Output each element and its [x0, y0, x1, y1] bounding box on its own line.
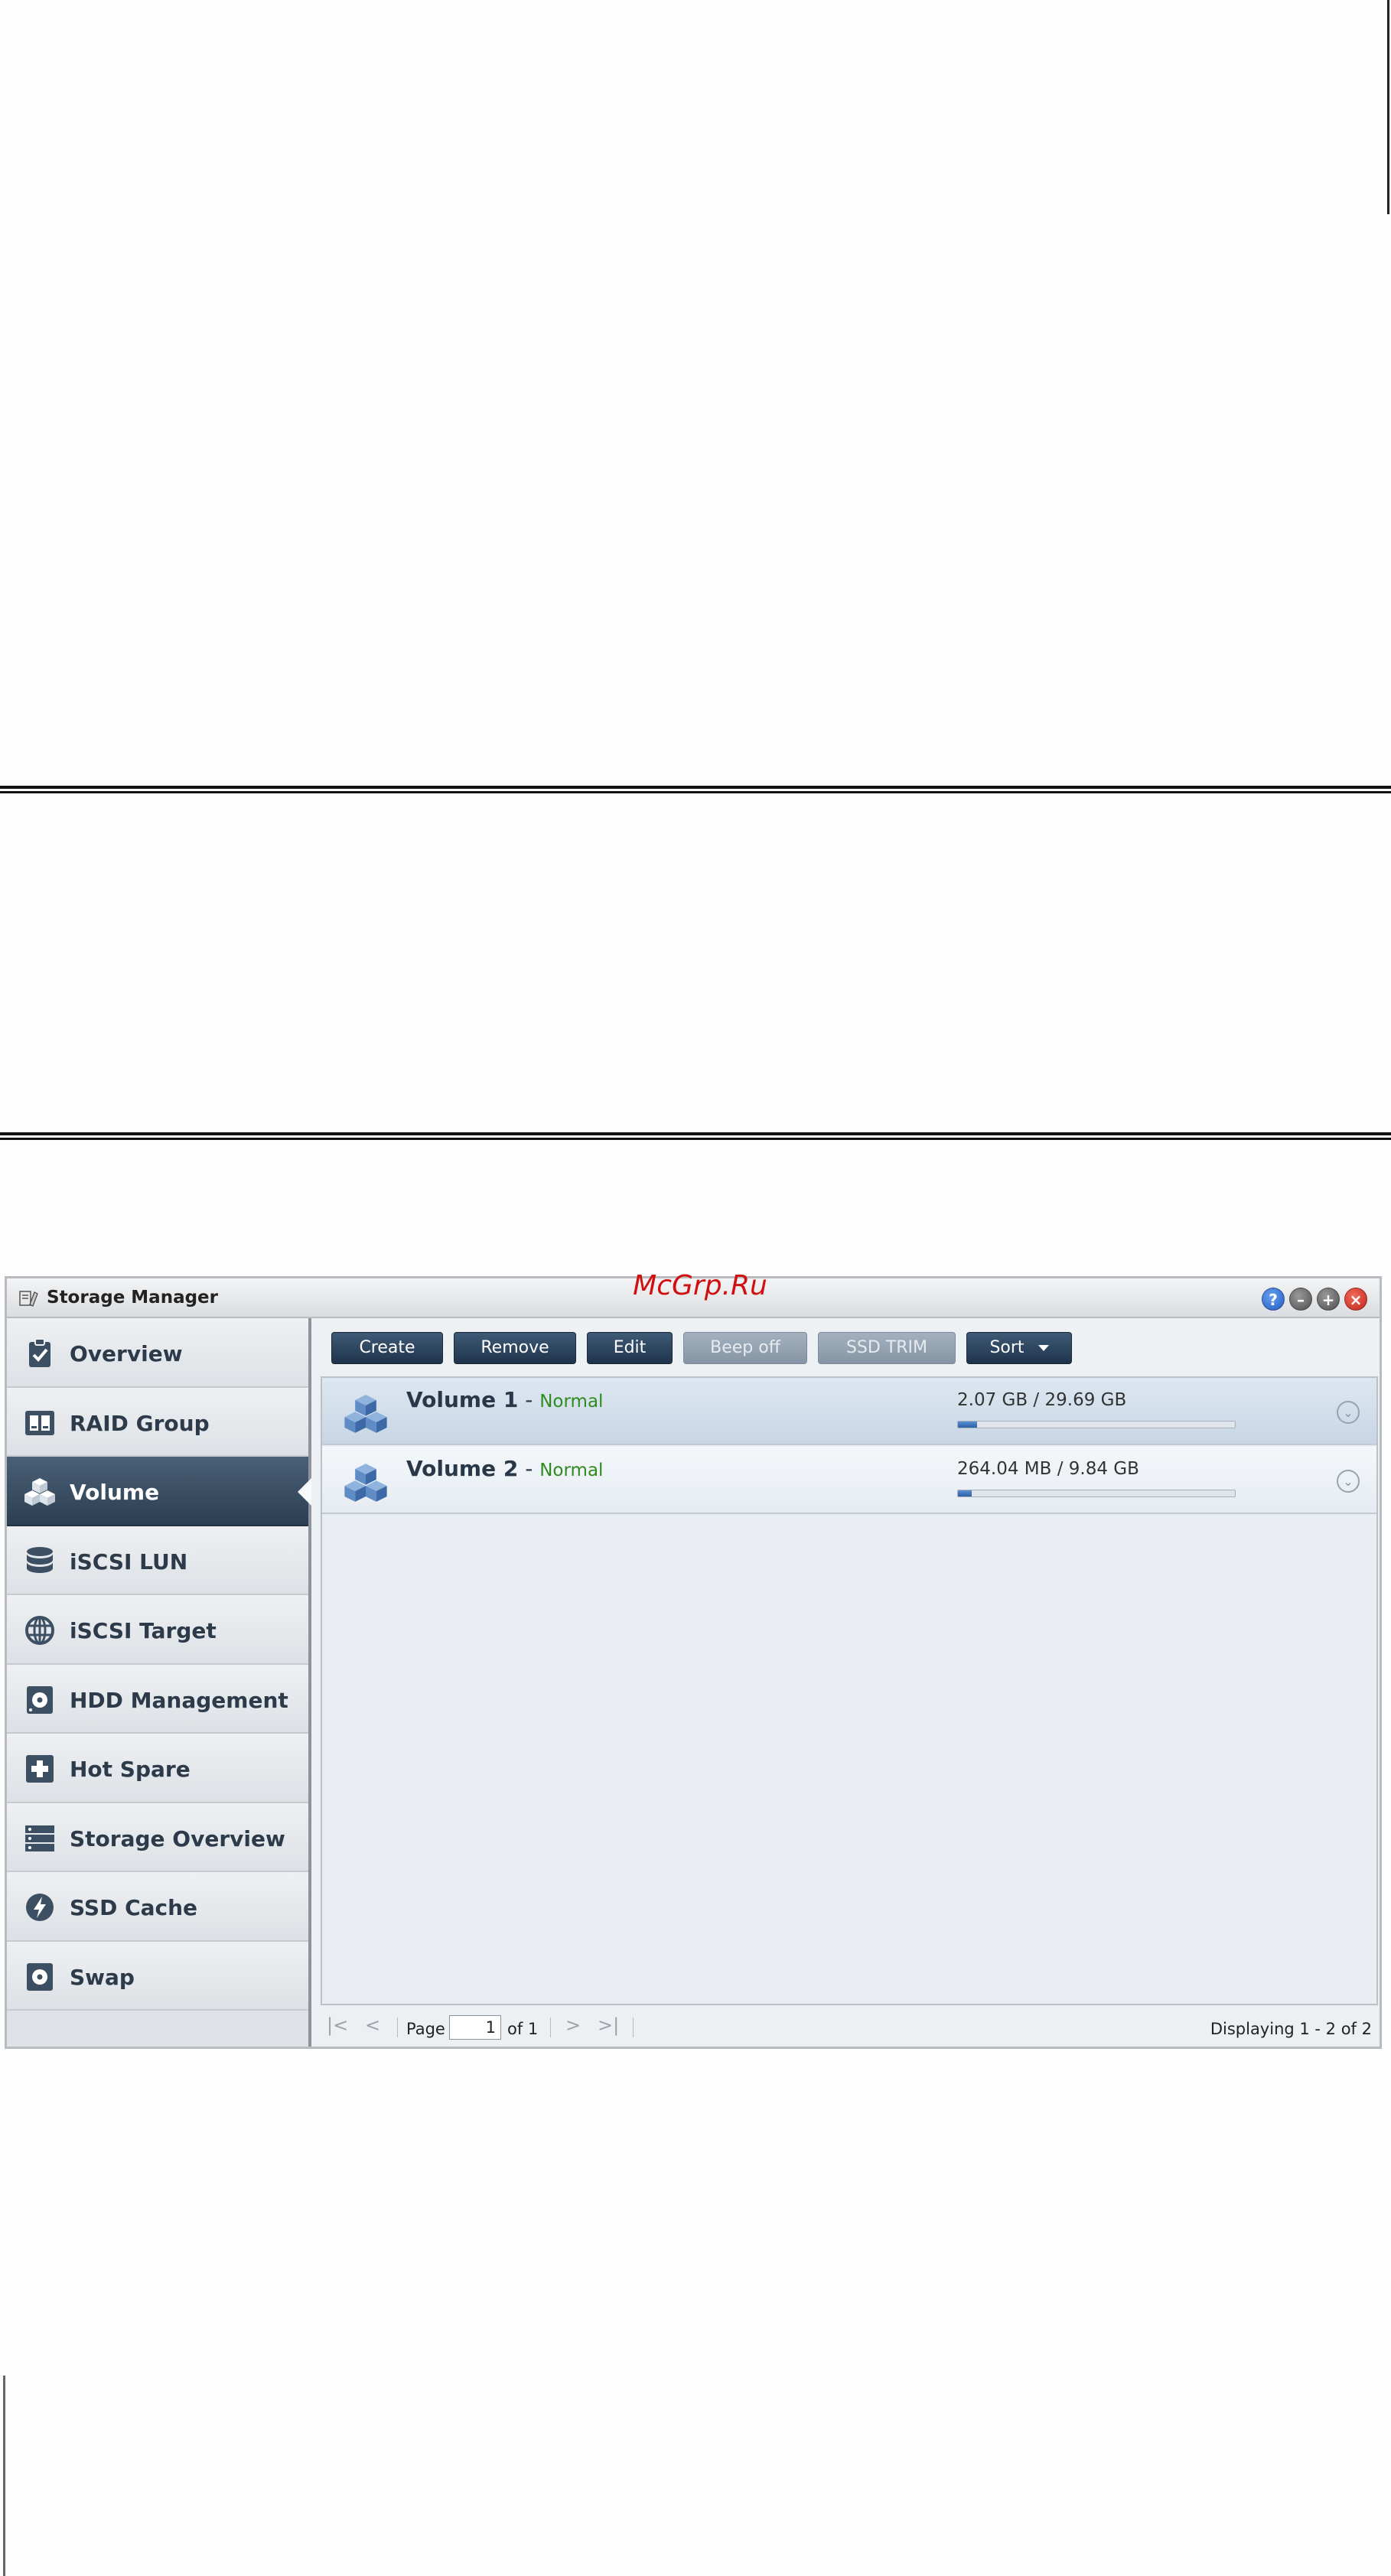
volume-name: Volume 2 - Normal — [406, 1456, 603, 1481]
create-button[interactable]: Create — [331, 1332, 443, 1364]
sidebar-item-label: Volume — [70, 1480, 160, 1505]
next-page-icon[interactable]: > — [565, 2014, 581, 2036]
volume-cubes-icon — [24, 1478, 55, 1506]
volume-usage-bar — [957, 1421, 1236, 1428]
volume-row[interactable]: Volume 2 - Normal 264.04 MB / 9.84 GB ⌄ — [322, 1447, 1376, 1514]
page-number-input[interactable]: 1 — [449, 2015, 501, 2040]
volume-title: Volume 1 — [406, 1387, 519, 1412]
sidebar-item-iscsi-lun[interactable]: iSCSI LUN — [7, 1526, 308, 1595]
last-page-icon[interactable]: >| — [598, 2014, 619, 2036]
beep-off-button[interactable]: Beep off — [683, 1332, 807, 1364]
sidebar-item-label: Swap — [70, 1964, 135, 1990]
main-panel: Create Remove Edit Beep off SSD TRIM Sor… — [311, 1318, 1380, 2047]
section-rule — [0, 786, 1391, 793]
storage-manager-app-icon — [19, 1291, 38, 1307]
plus-box-icon — [26, 1755, 54, 1783]
sidebar-item-label: iSCSI LUN — [70, 1549, 188, 1575]
sidebar-item-label: Storage Overview — [70, 1825, 285, 1851]
disk-icon — [27, 1962, 53, 1991]
sidebar-item-label: Hot Spare — [70, 1757, 191, 1782]
minimize-icon[interactable]: – — [1289, 1288, 1312, 1311]
sort-dropdown-button[interactable]: Sort — [966, 1332, 1072, 1364]
sidebar-item-storage-overview[interactable]: Storage Overview — [7, 1803, 308, 1872]
edit-button[interactable]: Edit — [587, 1332, 673, 1364]
sidebar-item-raid-group[interactable]: RAID Group — [7, 1387, 308, 1457]
volume-cubes-icon — [344, 1464, 387, 1502]
sidebar-item-ssd-cache[interactable]: SSD Cache — [7, 1872, 308, 1942]
hdd-icon — [27, 1685, 53, 1714]
expand-chevron-icon[interactable]: ⌄ — [1337, 1470, 1360, 1493]
sidebar-item-label: iSCSI Target — [70, 1618, 217, 1643]
display-count: Displaying 1 - 2 of 2 — [1210, 2020, 1372, 2038]
close-icon[interactable]: × — [1344, 1288, 1367, 1311]
watermark: McGrp.Ru — [633, 1270, 767, 1301]
prev-page-icon[interactable]: < — [365, 2014, 380, 2036]
page-of-label: of 1 — [507, 2020, 539, 2038]
first-page-icon[interactable]: |< — [327, 2014, 348, 2036]
section-rule — [0, 1132, 1391, 1140]
volume-status: Normal — [539, 1461, 604, 1480]
volume-status: Normal — [539, 1392, 604, 1412]
pager-separator — [397, 2017, 398, 2037]
sidebar-item-hot-spare[interactable]: Hot Spare — [7, 1734, 308, 1803]
caret-down-icon — [1038, 1345, 1049, 1351]
sidebar-item-label: SSD Cache — [70, 1895, 198, 1920]
sidebar-item-overview[interactable]: Overview — [7, 1318, 308, 1388]
volume-row[interactable]: Volume 1 - Normal 2.07 GB / 29.69 GB ⌄ — [322, 1378, 1376, 1445]
sidebar-item-label: HDD Management — [70, 1687, 288, 1713]
volume-size: 2.07 GB / 29.69 GB — [957, 1390, 1127, 1410]
volume-separator: - — [518, 1456, 540, 1481]
sidebar-item-volume[interactable]: Volume — [7, 1457, 311, 1526]
database-icon — [27, 1546, 53, 1573]
ssd-trim-button[interactable]: SSD TRIM — [818, 1332, 956, 1364]
volume-separator: - — [518, 1387, 540, 1412]
window-title: Storage Manager — [47, 1288, 219, 1308]
volume-size: 264.04 MB / 9.84 GB — [957, 1459, 1139, 1479]
sidebar-item-label: Overview — [70, 1341, 183, 1366]
volume-title: Volume 2 — [406, 1456, 519, 1481]
storage-manager-window: Storage Manager ? – + × Overview RAID Gr… — [5, 1276, 1382, 2049]
volume-cubes-icon — [344, 1395, 387, 1433]
toolbar: Create Remove Edit Beep off SSD TRIM Sor… — [311, 1318, 1380, 1369]
globe-icon — [25, 1616, 54, 1645]
clipboard-check-icon — [29, 1338, 50, 1367]
volume-name: Volume 1 - Normal — [406, 1387, 603, 1412]
pager-separator — [550, 2017, 551, 2037]
sidebar-item-swap[interactable]: Swap — [7, 1941, 308, 2011]
page-edge-line-top — [1387, 0, 1389, 214]
page-edge-line-bottom — [3, 2376, 5, 2576]
volume-list: Volume 1 - Normal 2.07 GB / 29.69 GB ⌄ V… — [321, 1376, 1378, 2005]
volume-usage-bar — [957, 1490, 1236, 1497]
sidebar-nav: Overview RAID Group Volume iSCSI LUN iSC… — [7, 1318, 311, 2047]
sort-button-label: Sort — [989, 1338, 1025, 1357]
volume-usage-fill — [958, 1422, 978, 1428]
pager-separator — [633, 2017, 634, 2037]
raid-group-icon — [25, 1410, 54, 1435]
help-icon[interactable]: ? — [1262, 1288, 1285, 1311]
expand-chevron-icon[interactable]: ⌄ — [1337, 1401, 1360, 1424]
maximize-icon[interactable]: + — [1317, 1288, 1340, 1311]
volume-usage-fill — [958, 1490, 972, 1496]
server-rack-icon — [25, 1825, 54, 1851]
page-label: Page — [406, 2020, 445, 2038]
lightning-icon — [26, 1894, 54, 1921]
pagination-bar: |< < Page 1 of 1 > >| Displaying 1 - 2 o… — [311, 2007, 1380, 2047]
sidebar-item-iscsi-target[interactable]: iSCSI Target — [7, 1595, 308, 1665]
sidebar-item-hdd-management[interactable]: HDD Management — [7, 1664, 308, 1734]
remove-button[interactable]: Remove — [454, 1332, 576, 1364]
sidebar-item-label: RAID Group — [70, 1410, 210, 1436]
